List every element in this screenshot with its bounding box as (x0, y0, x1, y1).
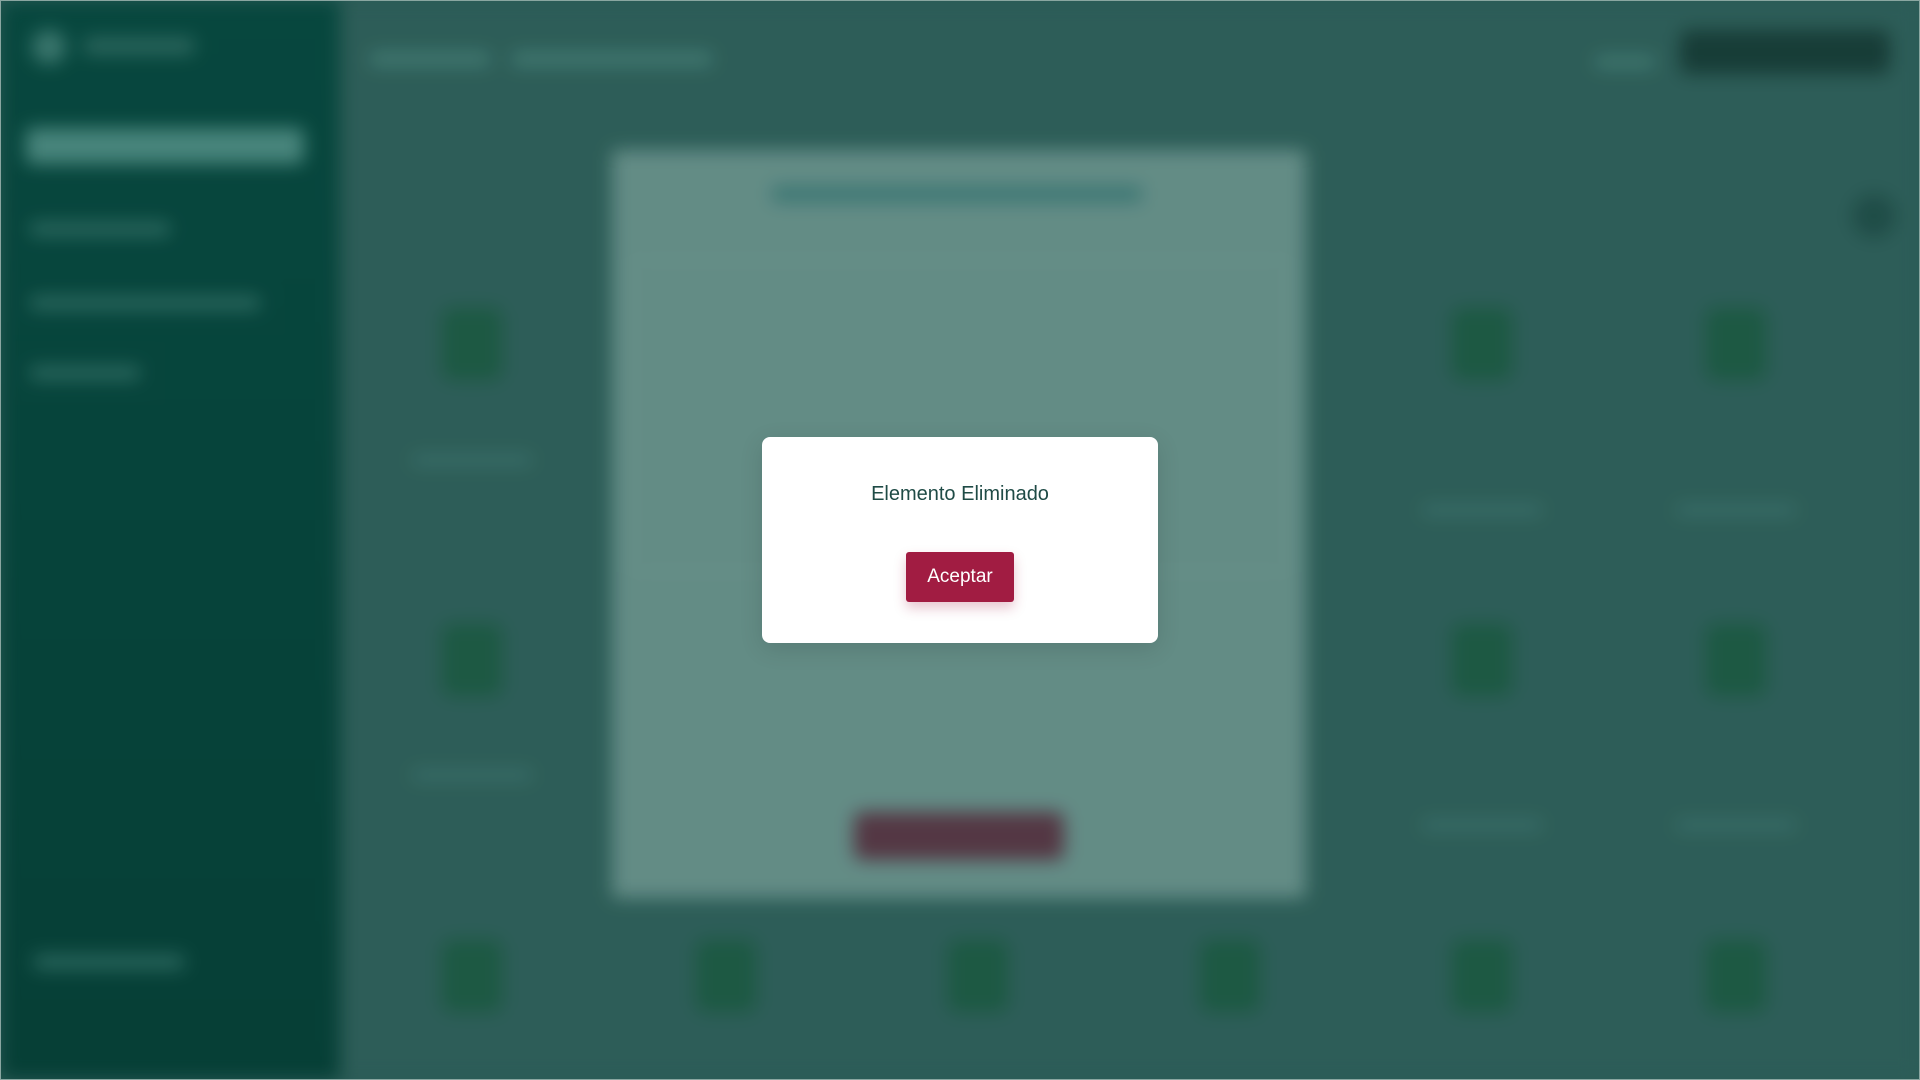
dialog-message: Elemento Eliminado (871, 483, 1049, 505)
accept-button[interactable]: Aceptar (906, 552, 1014, 602)
confirmation-dialog: Elemento Eliminado Aceptar (762, 437, 1158, 643)
